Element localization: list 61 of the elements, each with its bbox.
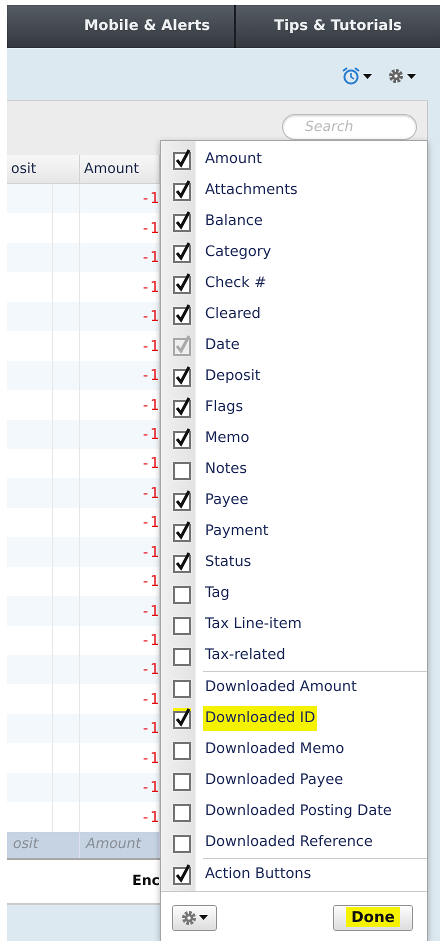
checkbox[interactable] xyxy=(173,428,191,449)
column-header[interactable]: osit xyxy=(7,155,80,183)
alarm-clock-icon xyxy=(342,67,360,85)
option-label[interactable]: Notes xyxy=(203,456,249,482)
checkbox[interactable] xyxy=(173,490,191,511)
checkbox[interactable] xyxy=(173,770,191,791)
checkbox[interactable] xyxy=(173,552,191,573)
checkbox[interactable] xyxy=(173,645,191,666)
option-label[interactable]: Amount xyxy=(203,146,264,172)
checkbox[interactable] xyxy=(173,583,191,604)
checkbox[interactable] xyxy=(173,149,191,170)
option-label[interactable]: Category xyxy=(203,240,274,266)
checkbox[interactable] xyxy=(173,242,191,263)
checkbox[interactable] xyxy=(173,366,191,387)
caret-icon xyxy=(407,74,416,78)
option-label[interactable]: Tax Line-item xyxy=(203,612,304,638)
option-label[interactable]: Payment xyxy=(203,518,270,544)
option-label[interactable]: Downloaded Payee xyxy=(203,768,346,794)
checkbox[interactable] xyxy=(173,180,191,201)
option-label[interactable]: Downloaded Amount xyxy=(203,674,359,700)
option-label[interactable]: Attachments xyxy=(203,178,300,204)
settings-dropdown-button[interactable] xyxy=(388,68,416,84)
option-label[interactable]: Downloaded ID xyxy=(203,706,318,732)
option-label[interactable]: Check # xyxy=(203,270,268,296)
checkbox[interactable] xyxy=(173,459,191,480)
option-label[interactable]: Memo xyxy=(203,426,252,452)
summary-label: Enc xyxy=(131,872,160,891)
nav-tab[interactable]: Tips & Tutorials xyxy=(236,5,440,48)
settings-icon xyxy=(181,910,197,926)
checkbox[interactable] xyxy=(173,273,191,294)
checkbox[interactable] xyxy=(173,614,191,635)
checkbox[interactable] xyxy=(173,739,191,760)
caret-icon xyxy=(363,74,372,78)
settings-icon xyxy=(388,68,404,84)
checkbox[interactable] xyxy=(173,304,191,325)
option-label[interactable]: Downloaded Posting Date xyxy=(203,798,394,824)
checkbox[interactable] xyxy=(173,397,191,418)
option-label[interactable]: Flags xyxy=(203,394,246,420)
option-label[interactable]: Tag xyxy=(203,580,232,606)
search-field[interactable]: Search xyxy=(282,114,417,140)
option-label[interactable]: Action Buttons xyxy=(203,862,314,888)
checkbox[interactable] xyxy=(173,521,191,542)
checkbox[interactable] xyxy=(173,801,191,822)
alarm-dropdown-button[interactable] xyxy=(342,67,372,85)
caret-icon xyxy=(199,915,208,920)
done-button[interactable]: Done xyxy=(333,904,413,930)
checkbox[interactable] xyxy=(173,864,191,885)
checkbox[interactable] xyxy=(173,211,191,232)
nav-tab[interactable]: Mobile & Alerts xyxy=(60,5,236,48)
option-label[interactable]: Downloaded Reference xyxy=(203,830,375,856)
option-label[interactable]: Status xyxy=(203,550,254,576)
footer-label: osit xyxy=(7,832,80,858)
option-label[interactable]: Downloaded Memo xyxy=(203,736,346,762)
option-label[interactable]: Tax-related xyxy=(203,642,288,668)
checkbox[interactable] xyxy=(173,708,191,729)
checkbox[interactable] xyxy=(173,832,191,853)
option-label[interactable]: Deposit xyxy=(203,364,262,390)
option-label[interactable]: Balance xyxy=(203,208,265,234)
option-label[interactable]: Cleared xyxy=(203,302,263,328)
checkbox[interactable] xyxy=(173,677,191,698)
option-label[interactable]: Payee xyxy=(203,488,250,514)
